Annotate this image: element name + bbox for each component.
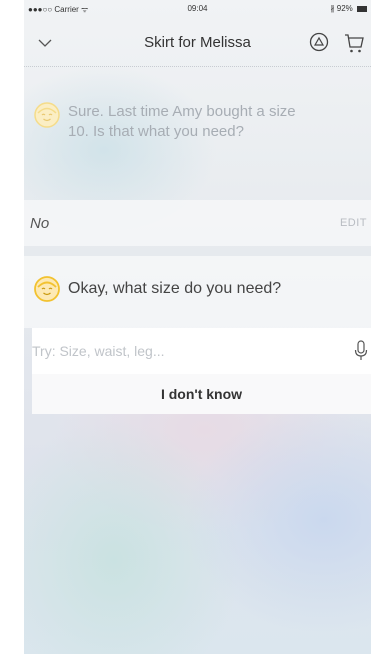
suggestion-i-dont-know-button[interactable]: I don't know [32,385,371,403]
chat-input-row [32,328,371,374]
current-bot-message: Okay, what size do you need? [34,276,371,302]
battery-percent: ∦ 92% [330,4,353,13]
previous-bot-message-text: Sure. Last time Amy bought a size 10. Is… [68,103,296,140]
chat-input[interactable] [32,328,332,374]
user-answer-row: No EDIT [24,200,371,246]
battery-indicator: ∦ 92% [331,4,367,13]
status-bar: ●●●○○ Carrier ᯤ 09:04 ∦ 92% [24,0,371,18]
current-bot-message-text: Okay, what size do you need? [68,280,282,297]
user-answer-text: No [30,215,50,232]
suggestion-row: I don't know [32,374,371,414]
bot-avatar-icon [34,276,60,302]
previous-bot-message: Sure. Last time Amy bought a size 10. Is… [34,102,371,142]
edit-button[interactable]: EDIT [340,217,367,229]
navigation-bar: Skirt for Melissa [24,22,371,67]
clock: 09:04 [187,4,208,13]
battery-icon [357,5,367,12]
bot-icon[interactable] [309,32,329,52]
bot-avatar-icon [34,102,60,128]
microphone-icon[interactable] [353,340,369,362]
phone-screen: ●●●○○ Carrier ᯤ 09:04 ∦ 92% Skirt for Me… [24,0,371,654]
cart-icon[interactable] [343,32,365,54]
